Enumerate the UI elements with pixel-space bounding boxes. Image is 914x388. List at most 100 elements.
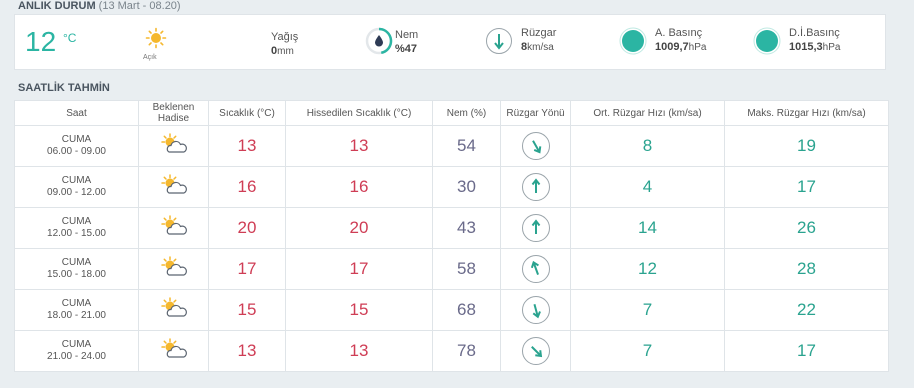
wind-direction-cell	[500, 125, 571, 167]
hourly-forecast-table: Saat Beklenen Hadise Sıcaklık (°C) Hissed…	[14, 100, 889, 372]
event-cell	[138, 166, 209, 208]
wind-average-cell: 14	[570, 207, 725, 249]
time-cell: CUMA 12.00 - 15.00	[14, 207, 139, 249]
hourly-section-title: SAATLİK TAHMİN	[18, 82, 110, 94]
feels-like-cell: 13	[285, 125, 433, 167]
header-time: Saat	[14, 100, 139, 126]
humidity-cell: 30	[432, 166, 501, 208]
partly-cloudy-icon	[160, 296, 188, 323]
temperature-cell: 13	[208, 330, 286, 372]
partly-cloudy-icon	[160, 173, 188, 200]
wind-max-cell: 17	[724, 330, 889, 372]
humidity-gauge-icon	[365, 27, 393, 60]
temperature-cell: 13	[208, 125, 286, 167]
time-range: 18.00 - 21.00	[47, 310, 106, 321]
current-conditions-panel: 12 °C Açık Yağış 0mm Nem %47 Rüzgar 8km/…	[14, 14, 886, 70]
current-temperature: 12	[25, 26, 57, 57]
header-temperature: Sıcaklık (°C)	[208, 100, 286, 126]
wind-direction-cell	[500, 330, 571, 372]
event-cell	[138, 289, 209, 331]
pressure-value: 1009,7hPa	[655, 41, 707, 53]
current-section-title: ANLIK DURUM (13 Mart - 08.20)	[18, 0, 181, 12]
time-cell: CUMA 18.00 - 21.00	[14, 289, 139, 331]
day-label: CUMA	[61, 339, 92, 350]
wind-direction-cell	[500, 207, 571, 249]
table-row: CUMA 12.00 - 15.00 20 20 43 14 26	[14, 207, 889, 249]
time-range: 12.00 - 15.00	[47, 228, 106, 239]
humidity-cell: 68	[432, 289, 501, 331]
wind-max-cell: 28	[724, 248, 889, 290]
time-range: 15.00 - 18.00	[47, 269, 106, 280]
wind-arrow-icon	[521, 173, 550, 201]
sea-pressure-icon	[753, 27, 781, 60]
wind-arrow-icon	[521, 255, 550, 283]
rain-label: Yağış	[271, 31, 299, 43]
table-row: CUMA 15.00 - 18.00 17 17 58 12 28	[14, 248, 889, 290]
event-cell	[138, 125, 209, 167]
feels-like-cell: 15	[285, 289, 433, 331]
time-range: 09.00 - 12.00	[47, 187, 106, 198]
time-cell: CUMA 15.00 - 18.00	[14, 248, 139, 290]
wind-average-cell: 4	[570, 166, 725, 208]
feels-like-cell: 13	[285, 330, 433, 372]
wind-max-cell: 26	[724, 207, 889, 249]
event-cell	[138, 330, 209, 372]
wind-max-cell: 17	[724, 166, 889, 208]
humidity-cell: 78	[432, 330, 501, 372]
table-row: CUMA 06.00 - 09.00 13 13 54 8 19	[14, 125, 889, 167]
sea-pressure-value: 1015,3hPa	[789, 41, 841, 53]
pressure-label: A. Basınç	[655, 27, 703, 39]
header-feels-like: Hissedilen Sıcaklık (°C)	[285, 100, 433, 126]
wind-arrow-icon	[521, 337, 550, 365]
day-label: CUMA	[61, 257, 92, 268]
wind-label: Rüzgar	[521, 27, 557, 39]
temperature-cell: 15	[208, 289, 286, 331]
humidity-value: %47	[395, 43, 418, 55]
wind-average-cell: 12	[570, 248, 725, 290]
day-label: CUMA	[61, 134, 92, 145]
sun-icon	[145, 27, 167, 54]
wind-max-cell: 22	[724, 289, 889, 331]
event-cell	[138, 207, 209, 249]
wind-direction-icon	[485, 27, 513, 60]
header-wind-direction: Rüzgar Yönü	[500, 100, 571, 126]
feels-like-cell: 20	[285, 207, 433, 249]
table-row: CUMA 18.00 - 21.00 15 15 68 7 22	[14, 289, 889, 331]
day-label: CUMA	[61, 298, 92, 309]
time-cell: CUMA 21.00 - 24.00	[14, 330, 139, 372]
header-wind-average: Ort. Rüzgar Hızı (km/sa)	[570, 100, 725, 126]
current-date: (13 Mart - 08.20)	[98, 0, 181, 12]
wind-average-cell: 8	[570, 125, 725, 167]
day-label: CUMA	[61, 175, 92, 186]
header-wind-max: Maks. Rüzgar Hızı (km/sa)	[724, 100, 889, 126]
partly-cloudy-icon	[160, 337, 188, 364]
partly-cloudy-icon	[160, 132, 188, 159]
feels-like-cell: 16	[285, 166, 433, 208]
temperature-cell: 17	[208, 248, 286, 290]
day-label: CUMA	[61, 216, 92, 227]
wind-direction-cell	[500, 248, 571, 290]
header-humidity: Nem (%)	[432, 100, 501, 126]
sea-pressure-label: D.İ.Basınç	[789, 27, 840, 39]
condition-text: Açık	[143, 54, 157, 61]
table-row: CUMA 21.00 - 24.00 13 13 78 7 17	[14, 330, 889, 372]
wind-average-cell: 7	[570, 330, 725, 372]
pressure-icon	[619, 27, 647, 60]
event-cell	[138, 248, 209, 290]
temperature-cell: 16	[208, 166, 286, 208]
time-range: 06.00 - 09.00	[47, 146, 106, 157]
wind-arrow-icon	[521, 132, 550, 160]
table-row: CUMA 09.00 - 12.00 16 16 30 4 17	[14, 166, 889, 208]
feels-like-cell: 17	[285, 248, 433, 290]
time-cell: CUMA 06.00 - 09.00	[14, 125, 139, 167]
partly-cloudy-icon	[160, 255, 188, 282]
header-event: Beklenen Hadise	[138, 100, 209, 126]
temperature-unit: °C	[63, 31, 77, 45]
wind-max-cell: 19	[724, 125, 889, 167]
humidity-cell: 58	[432, 248, 501, 290]
rain-value: 0mm	[271, 45, 294, 57]
table-header-row: Saat Beklenen Hadise Sıcaklık (°C) Hissed…	[14, 100, 889, 126]
partly-cloudy-icon	[160, 214, 188, 241]
humidity-label: Nem	[395, 29, 419, 41]
current-title-text: ANLIK DURUM	[18, 0, 96, 12]
